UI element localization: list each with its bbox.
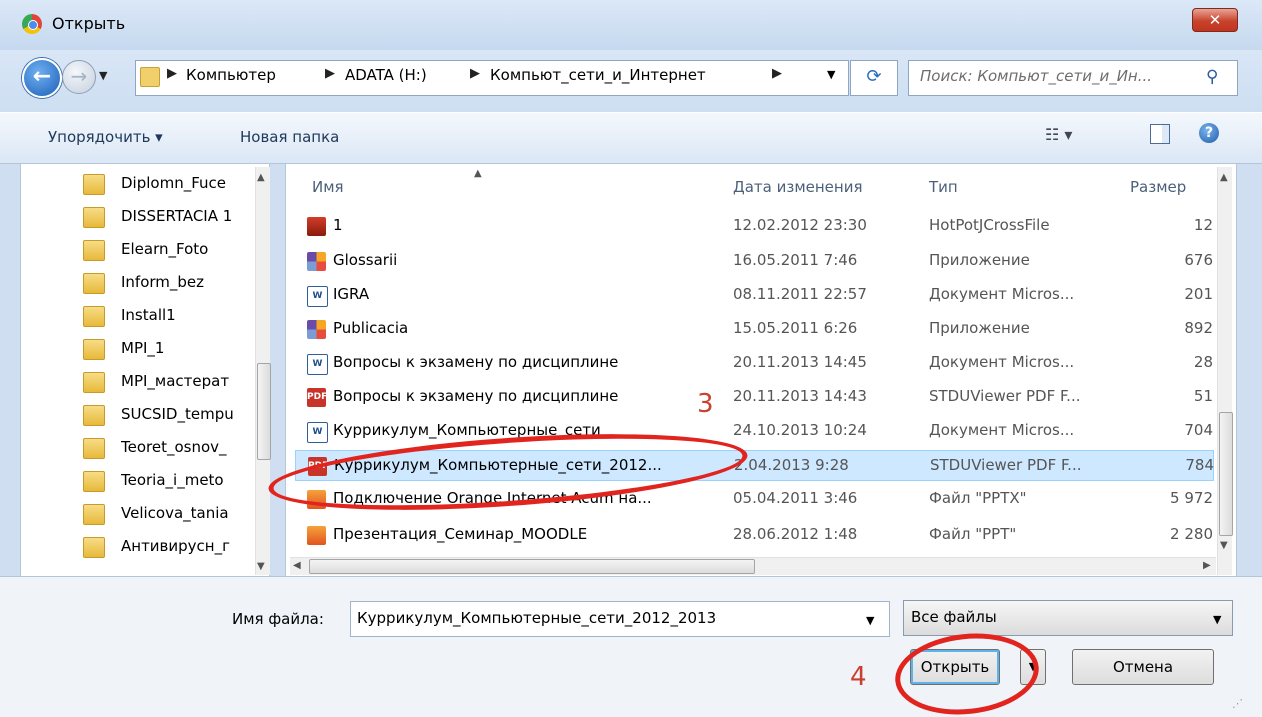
column-header-size[interactable]: Размер [1130, 178, 1186, 196]
folder-icon [83, 537, 105, 558]
forward-button[interactable]: → [62, 60, 96, 94]
breadcrumb-separator-icon: ▶ [772, 66, 782, 81]
preview-pane-icon[interactable] [1150, 124, 1170, 144]
scroll-down-icon[interactable]: ▼ [1220, 540, 1228, 551]
filetype-dropdown-icon[interactable]: ▼ [1213, 613, 1221, 626]
search-icon[interactable]: ⚲ [1206, 67, 1218, 87]
folder-icon [83, 405, 105, 426]
cancel-button[interactable]: Отмена [1072, 649, 1214, 685]
folder-icon [83, 372, 105, 393]
breadcrumb-folder[interactable]: Компьют_сети_и_Интернет [490, 66, 706, 84]
breadcrumb-separator-icon: ▶ [167, 66, 177, 81]
folder-icon [83, 504, 105, 525]
folder-icon [83, 207, 105, 228]
refresh-button[interactable]: ⟳ [850, 60, 898, 96]
hotpot-icon [307, 217, 326, 236]
filename-dropdown-icon[interactable]: ▼ [866, 614, 874, 627]
scroll-up-icon[interactable]: ▲ [257, 172, 265, 183]
file-row-selected[interactable]: PDF Куррикулум_Компьютерные_сети_2012...… [295, 450, 1214, 481]
pdf-icon: PDF [307, 388, 327, 407]
powerpoint-icon [307, 490, 326, 509]
scroll-down-icon[interactable]: ▼ [257, 561, 265, 572]
scroll-right-icon[interactable]: ▶ [1203, 560, 1211, 571]
file-row[interactable]: PDF Вопросы к экзамену по дисциплине 20.… [295, 382, 1214, 413]
folder-icon [83, 471, 105, 492]
chrome-icon [22, 14, 42, 34]
open-file-dialog: Открыть ✕ ← → ▼ ▶ Компьютер ▶ ADATA (H:)… [0, 0, 1262, 717]
word-document-icon: W [307, 286, 328, 307]
scroll-left-icon[interactable]: ◀ [293, 560, 301, 571]
command-bar [0, 112, 1262, 164]
back-button[interactable]: ← [22, 58, 62, 98]
file-row[interactable]: 1 12.02.2012 23:30 HotPotJCrossFile 12 [295, 211, 1214, 242]
annotation-step-4: 4 [850, 662, 867, 692]
file-list-scroll-thumb[interactable] [1219, 412, 1233, 536]
folder-icon [83, 438, 105, 459]
file-row[interactable]: Презентация_Семинар_MOODLE 28.06.2012 1:… [295, 520, 1214, 551]
folder-icon [83, 306, 105, 327]
file-row[interactable]: Подключение Orange Internet Acum на... 0… [295, 484, 1214, 515]
scroll-up-icon[interactable]: ▲ [1220, 172, 1228, 183]
sort-ascending-icon: ▲ [474, 168, 482, 179]
breadcrumb-separator-icon: ▶ [325, 66, 335, 81]
filename-value: Куррикулум_Компьютерные_сети_2012_2013 [357, 609, 717, 627]
sidebar-scroll-thumb[interactable] [257, 363, 271, 460]
word-document-icon: W [307, 354, 328, 375]
folder-icon [83, 240, 105, 261]
folder-icon [83, 273, 105, 294]
filetype-value: Все файлы [911, 608, 997, 626]
organize-button[interactable]: Упорядочить ▾ [48, 128, 163, 146]
horizontal-scroll-thumb[interactable] [309, 559, 755, 574]
file-row[interactable]: Glossarii 16.05.2011 7:46 Приложение 676 [295, 246, 1214, 277]
search-placeholder: Поиск: Компьют_сети_и_Ин... [920, 67, 1153, 85]
application-icon [307, 320, 326, 339]
application-icon [307, 252, 326, 271]
address-dropdown-icon[interactable]: ▼ [827, 68, 835, 81]
breadcrumb-computer[interactable]: Компьютер [186, 66, 276, 84]
annotation-step-3: 3 [697, 389, 714, 419]
column-header-date[interactable]: Дата изменения [733, 178, 863, 196]
word-document-icon: W [307, 422, 328, 443]
window-title: Открыть [52, 14, 126, 33]
new-folder-button[interactable]: Новая папка [240, 128, 339, 146]
file-row[interactable]: W Вопросы к экзамену по дисциплине 20.11… [295, 348, 1214, 379]
dialog-footer [0, 576, 1262, 717]
folder-icon [140, 67, 160, 87]
powerpoint-icon [307, 526, 326, 545]
title-bar [0, 0, 1262, 50]
folder-icon [83, 174, 105, 195]
pdf-icon: PDF [308, 457, 328, 476]
file-row[interactable]: W IGRA 08.11.2011 22:57 Документ Micros.… [295, 280, 1214, 311]
column-header-name[interactable]: Имя [312, 178, 344, 196]
column-header-type[interactable]: Тип [929, 178, 958, 196]
breadcrumb-drive[interactable]: ADATA (H:) [345, 66, 427, 84]
close-button[interactable]: ✕ [1192, 8, 1238, 32]
filename-label: Имя файла: [232, 610, 324, 628]
open-button[interactable]: Открыть [910, 649, 1000, 685]
folder-icon [83, 339, 105, 360]
breadcrumb-separator-icon: ▶ [470, 66, 480, 81]
resize-grip-icon[interactable]: ⋰ [1232, 697, 1243, 710]
view-options-icon[interactable]: ☷ ▾ [1045, 125, 1072, 144]
file-row[interactable]: Publicacia 15.05.2011 6:26 Приложение 89… [295, 314, 1214, 345]
open-options-dropdown-icon[interactable]: ▼ [1020, 649, 1046, 685]
history-dropdown-icon[interactable]: ▼ [99, 69, 107, 82]
help-icon[interactable]: ? [1199, 123, 1219, 143]
file-row[interactable]: W Куррикулум_Компьютерные_сети 24.10.201… [295, 416, 1214, 447]
